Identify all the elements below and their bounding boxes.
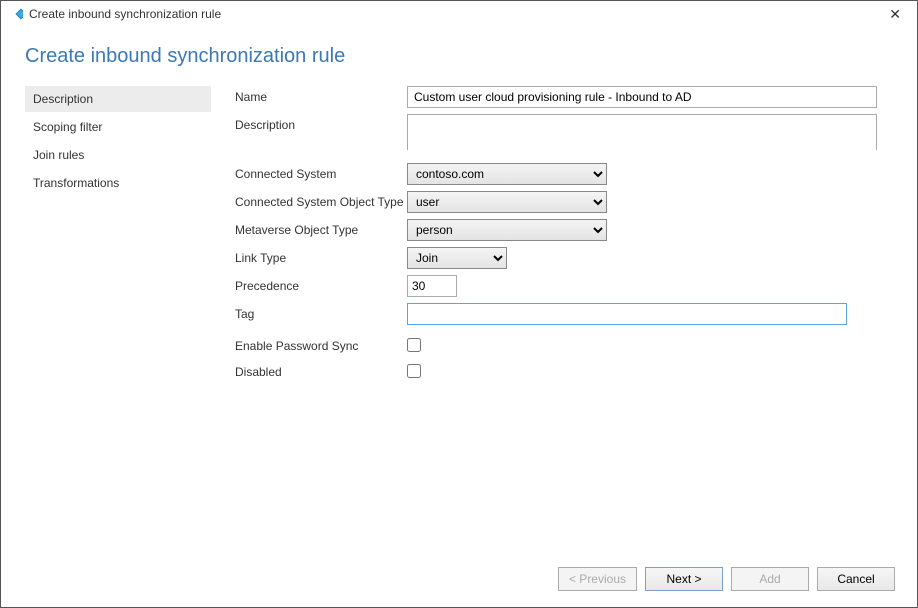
cancel-button[interactable]: Cancel [817, 567, 895, 591]
connected-system-label: Connected System [235, 163, 407, 181]
tag-input[interactable] [407, 303, 847, 325]
window-title: Create inbound synchronization rule [29, 7, 221, 21]
titlebar: Create inbound synchronization rule ✕ [1, 1, 917, 27]
wizard-sidebar: Description Scoping filter Join rules Tr… [25, 86, 211, 387]
sidebar-item-scoping-filter[interactable]: Scoping filter [25, 114, 211, 140]
tag-label: Tag [235, 303, 407, 321]
metaverse-object-type-label: Metaverse Object Type [235, 219, 407, 237]
enable-password-sync-label: Enable Password Sync [235, 335, 407, 353]
page-title: Create inbound synchronization rule [25, 45, 893, 68]
description-label: Description [235, 114, 407, 132]
sidebar-item-transformations[interactable]: Transformations [25, 170, 211, 196]
previous-button[interactable]: < Previous [558, 567, 637, 591]
connected-system-object-type-select[interactable]: user [407, 191, 607, 213]
precedence-label: Precedence [235, 275, 407, 293]
metaverse-object-type-select[interactable]: person [407, 219, 607, 241]
next-button[interactable]: Next > [645, 567, 723, 591]
sidebar-item-label: Scoping filter [33, 120, 102, 134]
name-input[interactable] [407, 86, 877, 108]
sidebar-item-label: Description [33, 92, 93, 106]
name-label: Name [235, 86, 407, 104]
form-panel: Name Description Connected System contos… [235, 86, 893, 387]
link-type-label: Link Type [235, 247, 407, 265]
disabled-label: Disabled [235, 361, 407, 379]
connected-system-select[interactable]: contoso.com [407, 163, 607, 185]
close-icon[interactable]: ✕ [881, 5, 909, 23]
sidebar-item-join-rules[interactable]: Join rules [25, 142, 211, 168]
add-button[interactable]: Add [731, 567, 809, 591]
sidebar-item-label: Join rules [33, 148, 84, 162]
button-bar: < Previous Next > Add Cancel [558, 567, 895, 591]
disabled-checkbox[interactable] [407, 364, 421, 378]
enable-password-sync-checkbox[interactable] [407, 338, 421, 352]
sidebar-item-description[interactable]: Description [25, 86, 211, 112]
sidebar-item-label: Transformations [33, 176, 119, 190]
precedence-input[interactable] [407, 275, 457, 297]
app-icon [9, 7, 23, 21]
connected-system-object-type-label: Connected System Object Type [235, 191, 407, 209]
description-input[interactable] [407, 114, 877, 150]
link-type-select[interactable]: Join [407, 247, 507, 269]
